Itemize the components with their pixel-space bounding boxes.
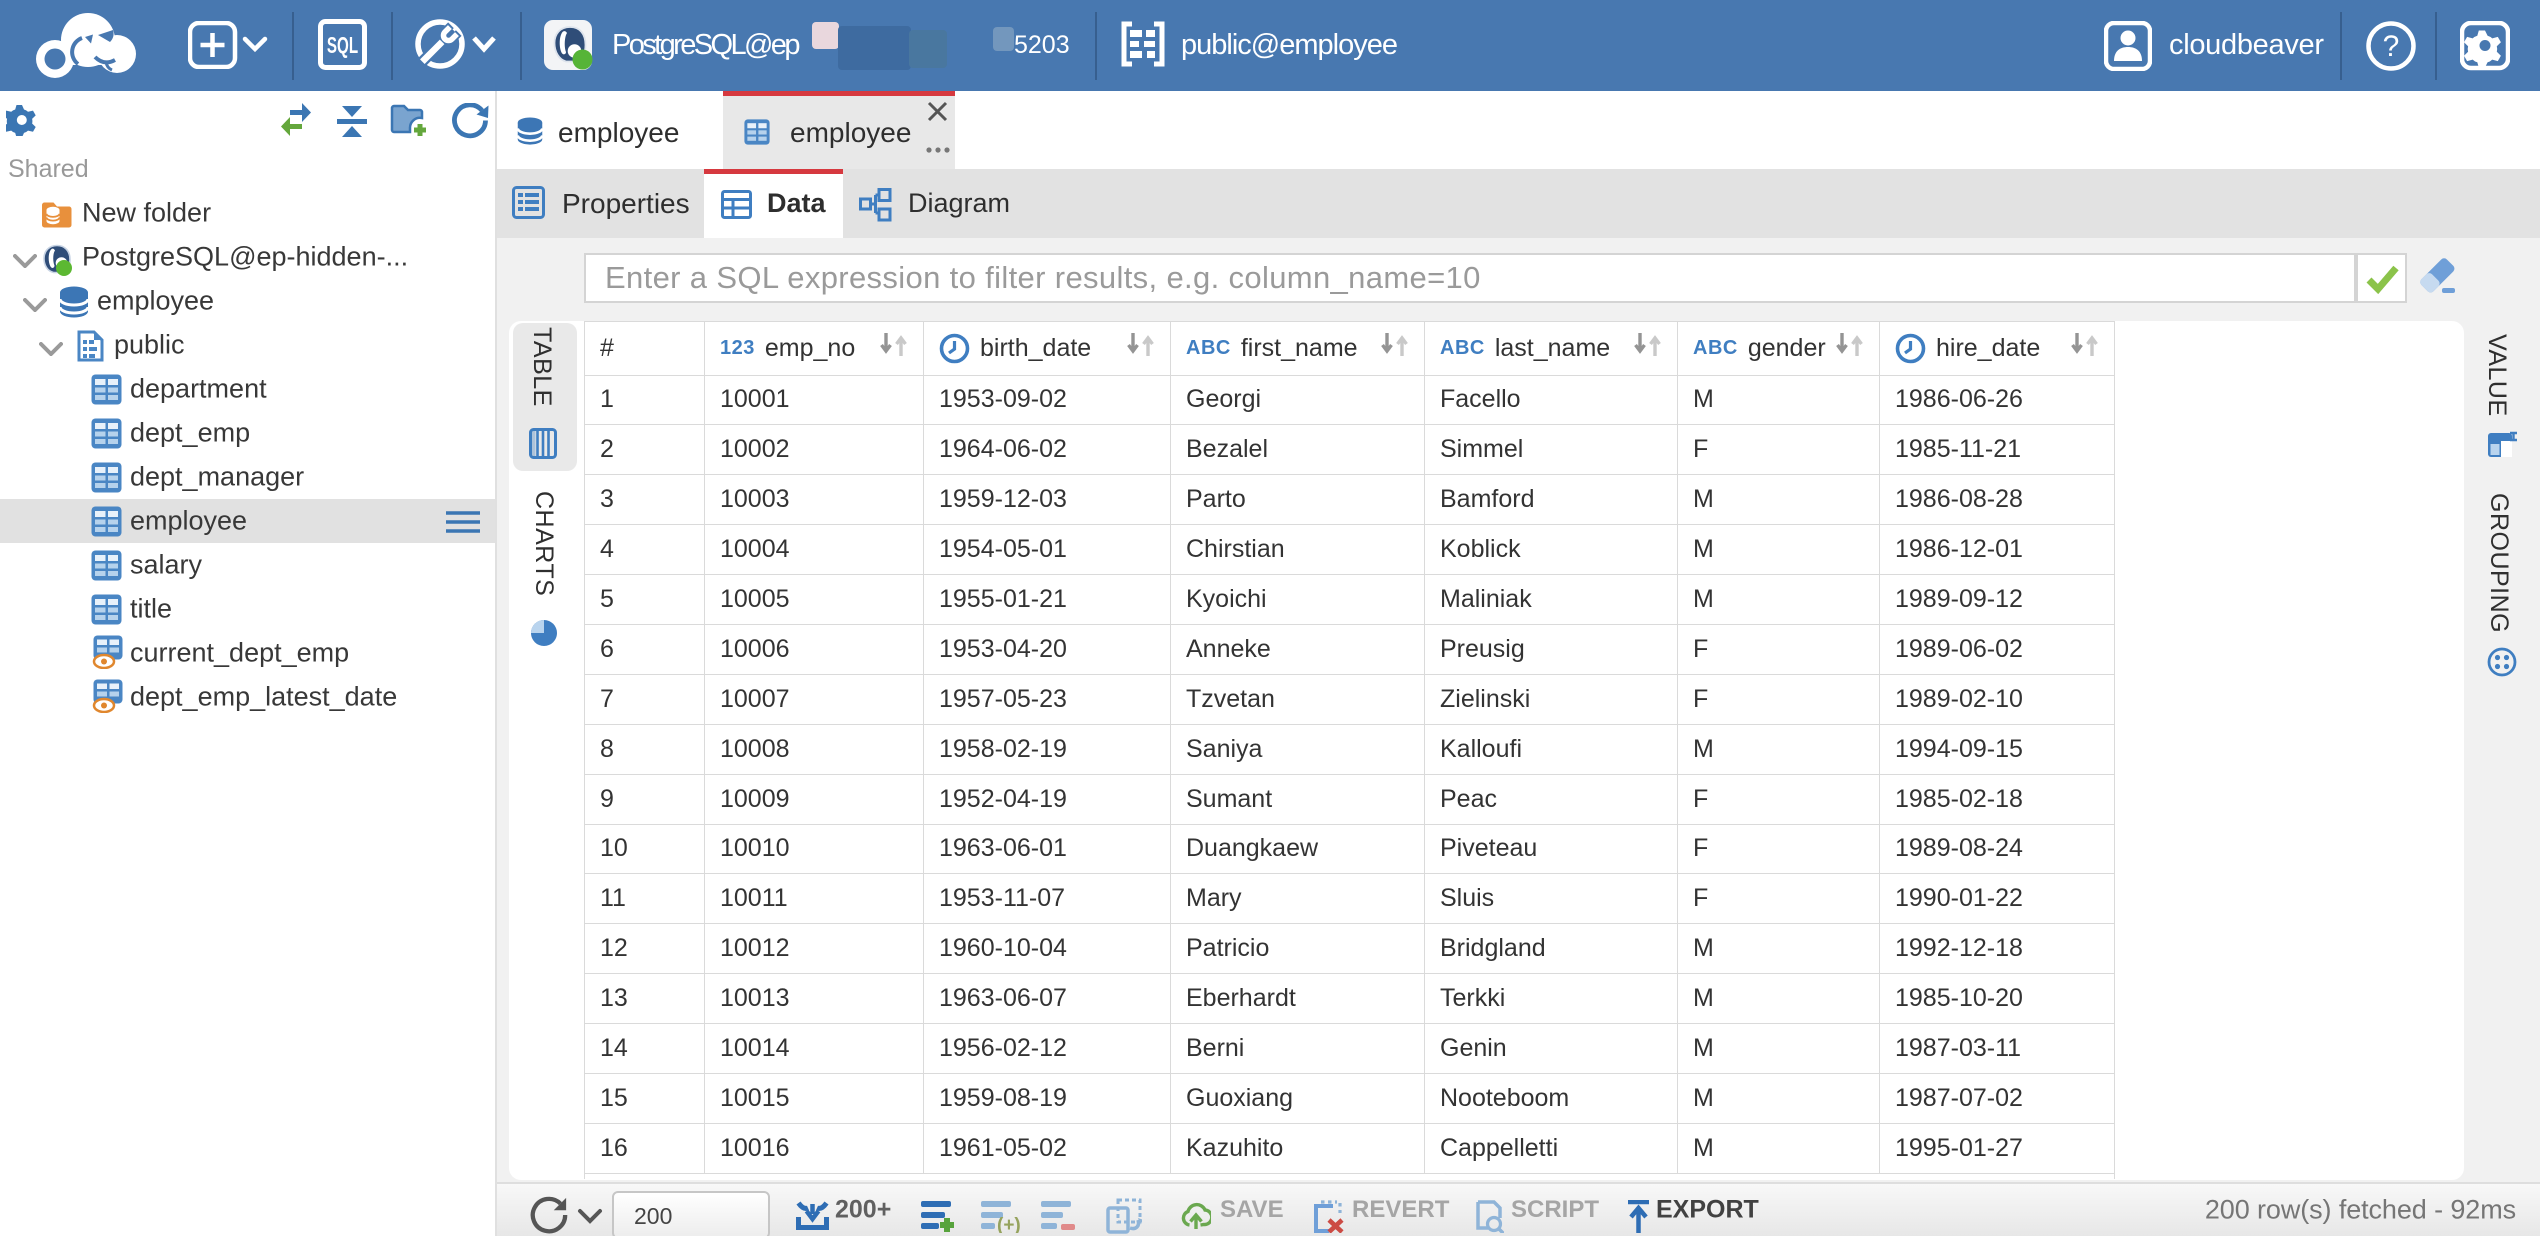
svg-text:?: ?: [2383, 30, 2400, 63]
svg-text:(+): (+): [997, 1215, 1021, 1233]
